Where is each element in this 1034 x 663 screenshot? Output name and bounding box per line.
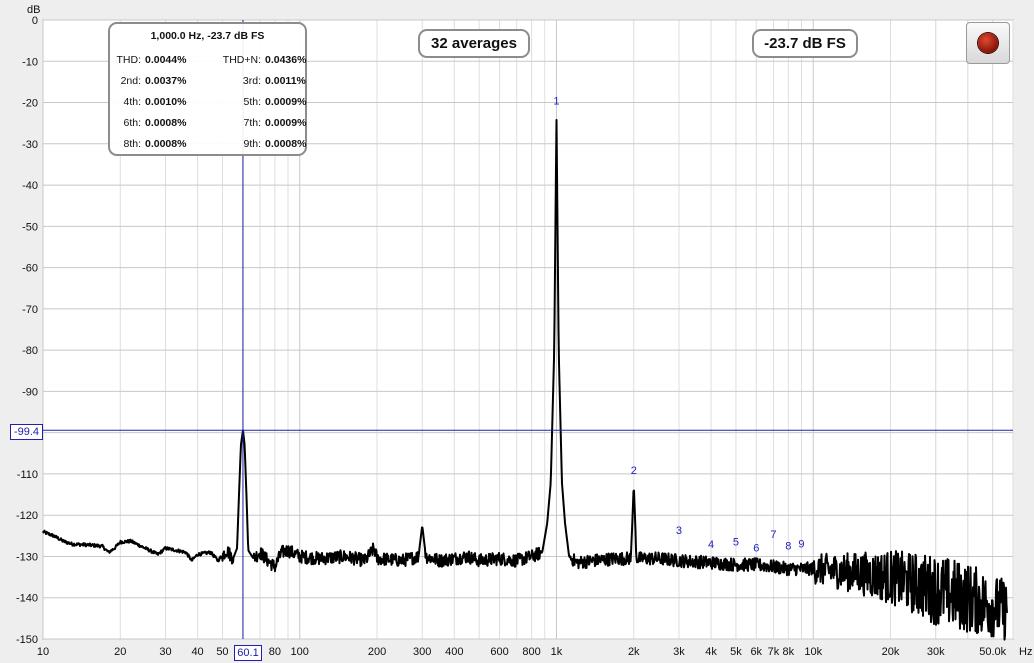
thd-key: THD+N: <box>222 54 261 66</box>
thd-key: 8th: <box>123 138 141 150</box>
thd-key: 9th: <box>243 138 261 150</box>
averages-readout: 32 averages <box>418 29 530 58</box>
x-tick-label: 50 <box>216 646 228 658</box>
x-tick-label: 400 <box>445 646 463 658</box>
y-axis-unit: dB <box>27 4 40 16</box>
y-tick-label: -110 <box>17 469 38 481</box>
thd-value: 0.0008% <box>145 138 187 150</box>
x-tick-label: 7k <box>768 646 780 658</box>
x-tick-label: 20k <box>882 646 900 658</box>
thd-key: 4th: <box>123 96 141 108</box>
x-tick-label: 50.0k <box>979 646 1006 658</box>
y-tick-label: -80 <box>22 345 38 357</box>
harmonic-label: 4 <box>708 539 714 551</box>
thd-title: 1,000.0 Hz, -23.7 dB FS <box>150 30 265 42</box>
x-tick-label: 800 <box>522 646 540 658</box>
thd-row: THD: 0.0044% THD+N: 0.0436% <box>110 54 307 70</box>
thd-value: 0.0037% <box>145 75 187 87</box>
x-tick-label: 1k <box>551 646 563 658</box>
y-axis: 0 -10 -20 -30 -40 -50 -60 -70 -80 -90 -110 -120 -130… <box>16 15 38 646</box>
y-tick-label: -130 <box>16 551 38 563</box>
y-tick-label: -90 <box>22 386 38 398</box>
record-icon <box>978 33 998 53</box>
thd-value: 0.0010% <box>145 96 187 108</box>
x-tick-label: 2k <box>628 646 640 658</box>
thd-value: 0.0436% <box>265 54 307 66</box>
y-tick-label: -150 <box>16 634 38 646</box>
harmonic-label: 5 <box>733 536 739 548</box>
thd-row: 4th: 0.0010% 5th: 0.0009% <box>110 96 307 112</box>
x-tick-label: 3k <box>673 646 685 658</box>
x-tick-label: 4k <box>705 646 717 658</box>
y-tick-label: -20 <box>22 98 38 110</box>
rta-window: 0 -10 -20 -30 -40 -50 -60 -70 -80 -90 -110 -120 -130… <box>0 0 1034 663</box>
harmonic-label: 1 <box>553 96 559 108</box>
y-tick-label: -140 <box>16 593 38 605</box>
thd-value: 0.0009% <box>265 96 307 108</box>
thd-row: 6th: 0.0008% 7th: 0.0009% <box>110 117 307 133</box>
cursor-y-readout: -99.4 <box>10 424 43 440</box>
x-tick-label: 40 <box>191 646 203 658</box>
harmonic-label: 3 <box>676 525 682 537</box>
thd-key: 3rd: <box>242 75 261 87</box>
thd-key: 7th: <box>243 117 261 129</box>
x-tick-label: 600 <box>490 646 508 658</box>
record-button[interactable] <box>966 22 1010 64</box>
x-tick-label: 10 <box>37 646 49 658</box>
x-axis: 10 20 30 40 50 80 100 200 300 400 600 800 1k 2k 3k 4k 5k… <box>37 646 1007 658</box>
x-tick-label: 30 <box>159 646 171 658</box>
y-tick-label: -40 <box>22 180 38 192</box>
y-tick-label: -10 <box>22 56 38 68</box>
thd-value: 0.0008% <box>265 138 307 150</box>
thd-panel: 1,000.0 Hz, -23.7 dB FS THD: 0.0044% THD… <box>108 22 307 156</box>
thd-key: THD: <box>116 54 142 66</box>
x-tick-label: 8k <box>783 646 795 658</box>
y-tick-label: 0 <box>32 15 38 27</box>
x-axis-unit: Hz <box>1019 646 1032 658</box>
x-tick-label: 10k <box>804 646 822 658</box>
x-tick-label: 300 <box>413 646 431 658</box>
y-tick-label: -60 <box>22 263 38 275</box>
y-tick-label: -120 <box>16 510 38 522</box>
harmonic-label: 8 <box>785 540 791 552</box>
thd-key: 2nd: <box>120 75 141 87</box>
thd-key: 6th: <box>123 117 141 129</box>
thd-row: 8th: 0.0008% 9th: 0.0008% <box>110 138 307 154</box>
harmonic-label: 6 <box>753 543 759 555</box>
harmonic-label: 9 <box>798 538 804 550</box>
thd-key: 5th: <box>243 96 261 108</box>
harmonic-label: 2 <box>631 465 637 477</box>
x-tick-label: 100 <box>291 646 309 658</box>
x-tick-label: 5k <box>730 646 742 658</box>
x-tick-label: 6k <box>750 646 762 658</box>
x-tick-label: 80 <box>269 646 281 658</box>
x-tick-label: 200 <box>368 646 386 658</box>
thd-value: 0.0008% <box>145 117 187 129</box>
thd-value: 0.0011% <box>265 75 306 87</box>
harmonic-label: 7 <box>770 529 776 541</box>
x-tick-label: 20 <box>114 646 126 658</box>
thd-value: 0.0009% <box>265 117 307 129</box>
y-tick-label: -50 <box>22 221 38 233</box>
level-readout: -23.7 dB FS <box>752 29 858 58</box>
cursor-x-readout: 60.1 <box>234 645 262 661</box>
y-tick-label: -30 <box>22 139 38 151</box>
thd-value: 0.0044% <box>145 54 187 66</box>
x-tick-label: 30k <box>927 646 945 658</box>
y-tick-label: -70 <box>22 304 38 316</box>
thd-row: 2nd: 0.0037% 3rd: 0.0011% <box>110 75 306 91</box>
